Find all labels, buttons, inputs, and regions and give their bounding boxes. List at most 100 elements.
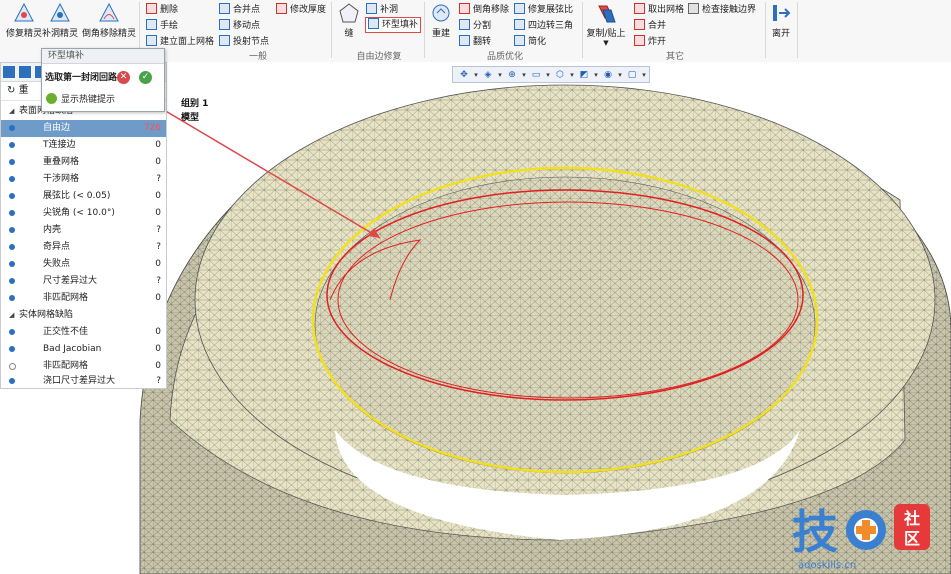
refresh-label[interactable]: 重: [19, 85, 29, 96]
defect-row[interactable]: 正交性不佳 0: [1, 324, 166, 341]
fit-view-icon[interactable]: ✥: [457, 69, 471, 81]
defect-label: 失败点: [43, 259, 71, 269]
defect-row[interactable]: 奇异点?: [1, 239, 166, 256]
defect-row[interactable]: 尖锐角 (< 10.0°) 0: [1, 205, 166, 222]
status-dot-icon: [9, 125, 15, 131]
create-surface-mesh-label: 建立面上网格: [160, 37, 215, 47]
status-dot-off-icon: [9, 363, 16, 370]
create-surface-mesh-button[interactable]: 建立面上网格: [146, 35, 214, 49]
extract-mesh-button[interactable]: 取出网格: [634, 3, 684, 17]
move-nodes-button[interactable]: 移动点: [219, 19, 260, 33]
project-nodes-button[interactable]: 投射节点: [219, 35, 269, 49]
project-nodes-label: 投射节点: [233, 37, 270, 47]
confirm-icon[interactable]: ✓: [139, 71, 152, 84]
fillet-removal-label: 倒角移除: [473, 5, 510, 15]
stitch-button[interactable]: 缝: [336, 2, 362, 39]
simplify-icon: [514, 35, 525, 46]
defect-count: 726: [143, 123, 161, 133]
dropdown-icon[interactable]: ▾: [545, 69, 551, 81]
check-contact-boundary-button[interactable]: 检查接触边界: [688, 3, 756, 17]
merge-label: 合并: [648, 21, 667, 31]
merge-button[interactable]: 合并: [634, 19, 666, 33]
defect-row[interactable]: 失败点 0: [1, 256, 166, 273]
defect-row[interactable]: 内壳?: [1, 222, 166, 239]
ring-fill-button[interactable]: 环型填补: [364, 17, 422, 33]
rotate-icon[interactable]: ◈: [481, 69, 495, 81]
flip-button[interactable]: 翻转: [459, 35, 491, 49]
explode-button[interactable]: 炸开: [634, 35, 666, 49]
group-solid-defects[interactable]: ◢ 实体网格缺陷: [1, 307, 166, 324]
remesh-button[interactable]: 重建: [428, 2, 454, 39]
dropdown-icon[interactable]: ▾: [641, 69, 647, 81]
quad-to-tri-button[interactable]: 四边转三角: [514, 19, 573, 33]
display-mode-icon[interactable]: ◩: [577, 69, 591, 81]
delete-button[interactable]: 删除: [146, 3, 178, 17]
defect-row[interactable]: T连接边 0: [1, 137, 166, 154]
defect-label: T连接边: [43, 140, 76, 150]
ribbon-separator: [582, 2, 583, 58]
split-button[interactable]: 分割: [459, 19, 491, 33]
repair-aspect-ratio-label: 修复展弦比: [528, 5, 574, 15]
fillet-removal-button[interactable]: 倒角移除: [459, 3, 509, 17]
dropdown-icon[interactable]: ▾: [521, 69, 527, 81]
hotkey-hint[interactable]: 显示热键提示: [46, 93, 115, 107]
ribbon-separator: [797, 2, 798, 58]
logo-char-2: 社: [903, 509, 920, 528]
tab-icon[interactable]: [19, 66, 31, 78]
defect-row[interactable]: 展弦比 (< 0.05) 0: [1, 188, 166, 205]
dropdown-icon[interactable]: ▾: [569, 69, 575, 81]
defect-label: 尖锐角 (< 10.0°): [43, 208, 115, 218]
tab-icon[interactable]: [3, 66, 15, 78]
fill-hole-icon: [366, 3, 377, 14]
fill-hole-button[interactable]: 补洞: [366, 3, 398, 17]
defect-row[interactable]: 浇口尺寸差异过大?: [1, 373, 166, 390]
collapse-icon[interactable]: ◢: [9, 103, 14, 120]
defect-count: ?: [156, 225, 161, 235]
defect-count: 0: [155, 208, 161, 218]
defect-row[interactable]: 尺寸差异过大?: [1, 273, 166, 290]
repair-wizard-icon: [14, 2, 34, 22]
logo-char-3: 区: [904, 529, 920, 548]
leave-button[interactable]: 离开: [768, 2, 794, 39]
copy-paste-dropdown-icon[interactable]: ▼: [586, 39, 626, 47]
copy-paste-button[interactable]: 复制/贴上 ▼: [586, 2, 626, 47]
quad-to-tri-icon: [514, 19, 525, 30]
group-label-other: 其它: [665, 52, 684, 62]
iso-view-icon[interactable]: ⬡: [553, 69, 567, 81]
remesh-label: 重建: [431, 29, 450, 39]
screenshot-icon[interactable]: ▢: [625, 69, 639, 81]
defect-label: 浇口尺寸差异过大: [43, 376, 116, 386]
merge-nodes-button[interactable]: 合并点: [219, 3, 260, 17]
dropdown-icon[interactable]: ▾: [473, 69, 479, 81]
defect-row[interactable]: 非匹配网格 0: [1, 290, 166, 307]
refresh-icon[interactable]: ↻: [7, 85, 15, 96]
dropdown-icon[interactable]: ▾: [593, 69, 599, 81]
dropdown-icon[interactable]: ▾: [617, 69, 623, 81]
fill-hole-label: 补洞: [380, 5, 399, 15]
hole-fill-wizard-button[interactable]: 补洞精灵: [38, 2, 82, 39]
defect-count: 0: [155, 327, 161, 337]
simplify-button[interactable]: 简化: [514, 35, 546, 49]
collapse-icon[interactable]: ◢: [9, 307, 14, 324]
zoom-icon[interactable]: ⊕: [505, 69, 519, 81]
dropdown-icon[interactable]: ▾: [497, 69, 503, 81]
defect-label: 奇异点: [43, 242, 71, 252]
ribbon-separator: [331, 2, 332, 58]
defect-row[interactable]: 重叠网格 0: [1, 154, 166, 171]
status-dot-icon: [9, 378, 15, 384]
defect-row-free-edge[interactable]: 自由边 726: [1, 120, 166, 137]
merge-nodes-icon: [219, 3, 230, 14]
cancel-icon[interactable]: ✕: [117, 71, 130, 84]
defect-row[interactable]: Bad Jacobian 0: [1, 341, 166, 358]
status-dot-icon: [9, 227, 15, 233]
leave-label: 离开: [771, 29, 790, 39]
explode-label: 炸开: [648, 37, 667, 47]
sketch-button[interactable]: 手绘: [146, 19, 178, 33]
modify-thickness-button[interactable]: 修改厚度: [276, 3, 326, 17]
defect-row[interactable]: 干涉网格?: [1, 171, 166, 188]
view-box-icon[interactable]: ▭: [529, 69, 543, 81]
repair-aspect-ratio-button[interactable]: 修复展弦比: [514, 3, 573, 17]
fillet-removal-wizard-button[interactable]: 倒角移除精灵: [82, 2, 136, 39]
check-boundary-icon: [688, 3, 699, 14]
visibility-icon[interactable]: ◉: [601, 69, 615, 81]
